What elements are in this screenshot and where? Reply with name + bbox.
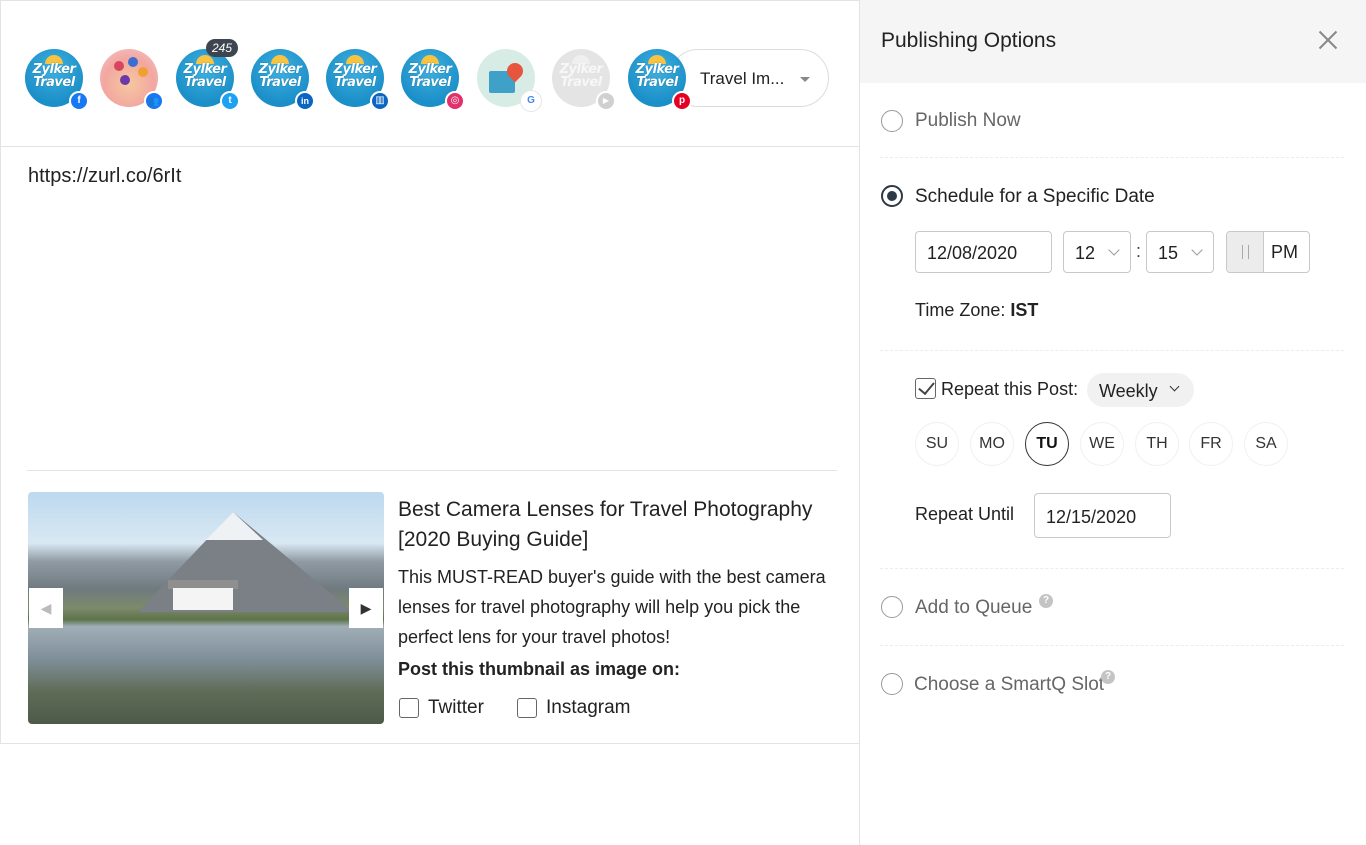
- divider: [880, 350, 1344, 351]
- account-avatar-facebook[interactable]: Zylker Travel f: [25, 49, 89, 111]
- twitter-icon: t: [220, 91, 240, 111]
- divider: [27, 470, 837, 471]
- account-avatar-pinterest[interactable]: Zylker Travel p: [628, 49, 692, 111]
- chevron-down-icon: [1108, 244, 1120, 256]
- divider: [880, 568, 1344, 569]
- group-icon: 👥: [144, 91, 164, 111]
- add-to-queue-radio[interactable]: [881, 596, 903, 618]
- smartq-slot-label[interactable]: Choose a SmartQ Slot: [914, 674, 1104, 696]
- logo-text: Travel: [334, 75, 376, 90]
- panel-title: Publishing Options: [881, 29, 1057, 52]
- chevron-down-icon: [1169, 381, 1180, 392]
- schedule-date-input[interactable]: 12/08/2020: [915, 231, 1052, 273]
- post-text-editor[interactable]: https://zurl.co/6rIt: [28, 165, 181, 188]
- panel-header: Publishing Options: [860, 0, 1366, 83]
- logo-text: Travel: [409, 75, 451, 90]
- account-avatar-twitter[interactable]: Zylker Travel 245 t: [176, 39, 240, 111]
- add-to-queue-label[interactable]: Add to Queue: [915, 597, 1032, 619]
- chevron-down-icon: [1191, 244, 1203, 256]
- account-avatar-linkedin[interactable]: Zylker Travel in: [251, 49, 315, 111]
- linkedin-icon: in: [295, 91, 315, 111]
- timezone-info: Time Zone: IST: [915, 300, 1038, 321]
- meridiem-value: PM: [1271, 242, 1298, 262]
- close-icon[interactable]: [1316, 28, 1340, 52]
- grip-icon: [1242, 245, 1249, 259]
- repeat-post-checkbox[interactable]: [915, 378, 936, 399]
- schedule-radio[interactable]: [881, 185, 903, 207]
- account-avatar-google-my-business[interactable]: G: [477, 49, 541, 111]
- timezone-label: Time Zone:: [915, 300, 1006, 320]
- hour-select[interactable]: 12: [1063, 231, 1131, 273]
- help-icon[interactable]: ?: [1101, 670, 1115, 684]
- logo-text: Travel: [184, 75, 226, 90]
- link-thumbnail-image: ◀ ▶: [28, 492, 384, 724]
- schedule-label[interactable]: Schedule for a Specific Date: [915, 186, 1155, 208]
- day-toggle-th[interactable]: TH: [1135, 422, 1179, 466]
- logo-text: Travel: [560, 75, 602, 90]
- repeat-until-date-input[interactable]: 12/15/2020: [1034, 493, 1171, 538]
- notification-count-badge: 245: [206, 39, 239, 57]
- hour-value: 12: [1075, 243, 1096, 263]
- twitter-checkbox[interactable]: [399, 698, 419, 718]
- instagram-checkbox[interactable]: [517, 698, 537, 718]
- day-toggle-we[interactable]: WE: [1080, 422, 1124, 466]
- caret-down-icon: [800, 77, 810, 82]
- repeat-frequency-value: Weekly: [1099, 381, 1158, 401]
- facebook-icon: f: [69, 91, 89, 111]
- social-accounts-bar: Zylker Travel f 👥 Zylker Travel 245 t Zylk…: [1, 1, 859, 147]
- minute-value: 15: [1158, 243, 1179, 263]
- day-toggle-sa[interactable]: SA: [1244, 422, 1288, 466]
- repeat-post-label: Repeat this Post:: [941, 379, 1079, 399]
- help-icon[interactable]: ?: [1039, 594, 1053, 608]
- account-group-label: Travel Im...: [700, 69, 785, 88]
- smartq-slot-radio[interactable]: [881, 673, 903, 695]
- link-preview-title: Best Camera Lenses for Travel Photograph…: [398, 498, 813, 551]
- day-toggle-mo[interactable]: MO: [970, 422, 1014, 466]
- checkbox-label: Twitter: [428, 697, 484, 718]
- divider: [880, 157, 1344, 158]
- logo-text: Travel: [259, 75, 301, 90]
- linkedin-page-icon: ▥: [370, 91, 390, 111]
- instagram-icon: ◎: [445, 91, 465, 111]
- repeat-until-value: 12/15/2020: [1046, 507, 1137, 527]
- date-value: 12/08/2020: [927, 243, 1018, 263]
- logo-text: Travel: [636, 75, 678, 90]
- day-toggle-su[interactable]: SU: [915, 422, 959, 466]
- publishing-options-panel: Publishing Options Publish Now Schedule …: [859, 0, 1366, 845]
- time-separator: :: [1136, 241, 1142, 261]
- am-pm-toggle[interactable]: PM: [1226, 231, 1310, 273]
- am-pm-switch[interactable]: [1227, 232, 1264, 272]
- account-group-dropdown[interactable]: Travel Im...: [669, 49, 829, 107]
- thumbnail-post-label: Post this thumbnail as image on:: [398, 659, 681, 679]
- link-preview-description: This MUST-READ buyer's guide with the be…: [398, 567, 826, 647]
- checkbox-label: Instagram: [546, 697, 631, 718]
- day-toggle-fr[interactable]: FR: [1189, 422, 1233, 466]
- logo-text: Travel: [33, 75, 75, 90]
- link-preview-card: ◀ ▶ Best Camera Lenses for Travel Photog…: [28, 492, 838, 724]
- account-avatar-instagram[interactable]: Zylker Travel ◎: [401, 49, 465, 111]
- pinterest-icon: p: [672, 91, 692, 111]
- publish-now-radio[interactable]: [881, 110, 903, 132]
- publish-now-label[interactable]: Publish Now: [915, 110, 1021, 132]
- account-avatar-facebook-group[interactable]: 👥: [100, 49, 164, 111]
- divider: [880, 645, 1344, 646]
- repeat-until-label: Repeat Until: [915, 504, 1015, 524]
- account-avatar-linkedin-page[interactable]: Zylker Travel ▥: [326, 49, 390, 111]
- thumbnail-prev-button[interactable]: ◀: [29, 588, 63, 628]
- repeat-frequency-dropdown[interactable]: Weekly: [1087, 373, 1194, 407]
- timezone-value: IST: [1010, 300, 1039, 320]
- thumbnail-next-button[interactable]: ▶: [349, 588, 383, 628]
- google-icon: G: [521, 91, 541, 111]
- post-composer: Zylker Travel f 👥 Zylker Travel 245 t Zylk…: [0, 0, 860, 744]
- day-toggle-tu[interactable]: TU: [1025, 422, 1069, 466]
- minute-select[interactable]: 15: [1146, 231, 1214, 273]
- account-avatar-youtube[interactable]: Zylker Travel ▶: [552, 49, 616, 111]
- youtube-icon: ▶: [596, 91, 616, 111]
